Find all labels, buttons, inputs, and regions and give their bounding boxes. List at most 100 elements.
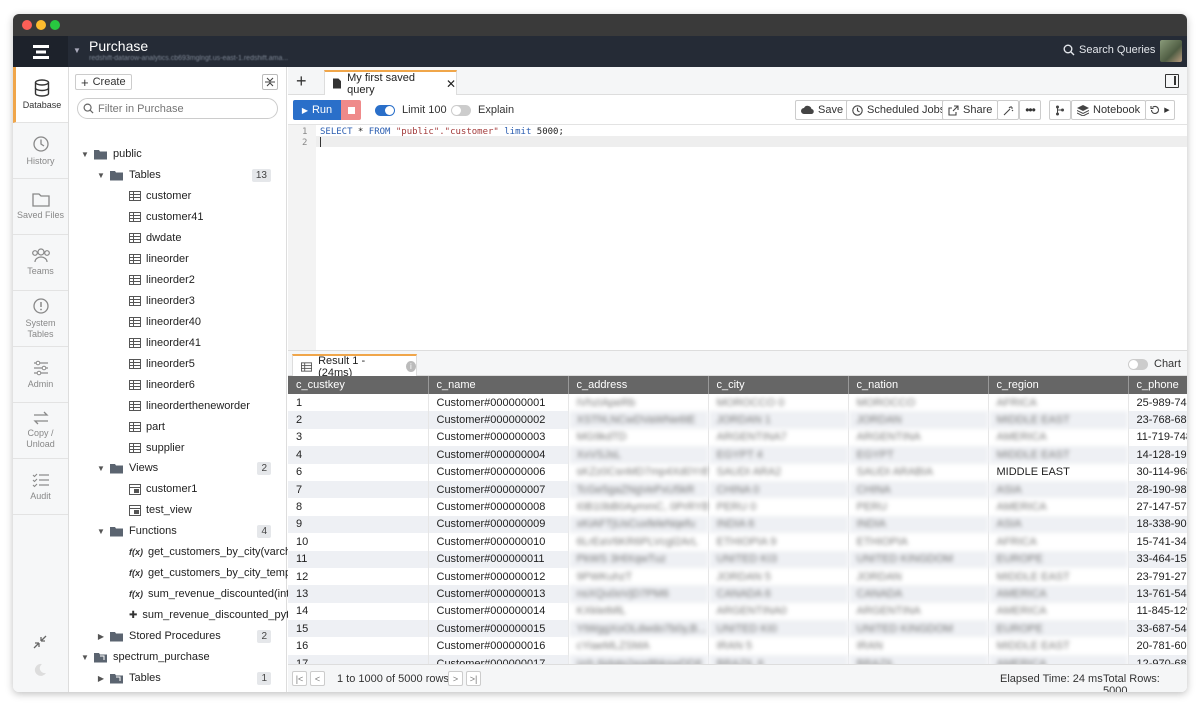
table-cell[interactable]: ASIA (988, 515, 1129, 534)
cluster-title[interactable]: Purchase (89, 38, 148, 54)
table-cell[interactable]: I0B10bB0AymmC, 0PrRYBC (568, 498, 709, 516)
table-cell[interactable]: Customer#000000008 (428, 498, 569, 516)
nav-system-tables[interactable]: System Tables (13, 291, 68, 347)
table-cell[interactable]: 11-845-129 (1128, 602, 1187, 621)
result-grid[interactable]: c_custkey c_name c_address c_city c_nation c_… (288, 376, 1187, 664)
table-cell[interactable]: 8 (288, 498, 429, 516)
tree-table-item[interactable]: lineorder41 (129, 334, 201, 352)
app-logo[interactable] (13, 36, 68, 67)
table-cell[interactable]: 9PWKuhzT (568, 567, 709, 586)
table-cell[interactable]: CANADA (848, 585, 989, 603)
table-cell[interactable]: 2 (288, 411, 429, 429)
table-cell[interactable]: Customer#000000017 (428, 654, 569, 664)
table-cell[interactable]: 12 (288, 567, 429, 586)
tree-table-item[interactable]: part (129, 418, 165, 436)
close-tab-icon[interactable]: ✕ (446, 77, 456, 91)
table-cell[interactable]: 13 (288, 585, 429, 603)
table-cell[interactable]: ETHIOPIA 9 (708, 533, 849, 551)
table-row[interactable]: 3 Customer#000000003 MG9kdTD ARGENTINA7 ARGE… (288, 428, 1187, 447)
schema-spectrum[interactable]: ▼ spectrum_purchase (81, 648, 210, 666)
next-page-button[interactable]: > (448, 671, 463, 686)
minimize-window-button[interactable] (36, 20, 46, 30)
filter-field[interactable] (77, 98, 278, 119)
table-cell[interactable]: 15-741-346 (1128, 533, 1187, 551)
table-cell[interactable]: JORDAN 5 (708, 567, 849, 586)
table-cell[interactable]: JORDAN (848, 411, 989, 429)
tree-function-item[interactable]: f(x) get_customers_by_city(varch... (129, 543, 300, 561)
tables-group[interactable]: ▼ Tables 13 (97, 166, 277, 184)
sql-editor[interactable]: 1 2 SELECT * FROM "public"."customer" li… (288, 125, 1187, 350)
table-cell[interactable]: MIDDLE EAST (988, 446, 1129, 464)
table-cell[interactable]: sKZz0CsnMD7mp4Xd0YrBvx (568, 463, 709, 481)
table-cell[interactable]: AFRICA (988, 533, 1129, 551)
table-cell[interactable]: 9 (288, 515, 429, 534)
nav-saved-files[interactable]: Saved Files (13, 179, 68, 235)
nav-teams[interactable]: Teams (13, 235, 68, 291)
toggle-panel-icon[interactable] (1165, 74, 1179, 88)
chevron-down-icon[interactable]: ▼ (97, 464, 105, 473)
table-row[interactable]: 2 Customer#000000002 XSTf4,NCwDVaWNe6tE JOR… (288, 411, 1187, 429)
tree-table-item[interactable]: dwdate (129, 229, 181, 247)
table-cell[interactable]: SAUDI ARA2 (708, 463, 849, 481)
table-row[interactable]: 14 Customer#000000014 KXkletMlL ARGENTINA0 A… (288, 602, 1187, 621)
tree-function-item[interactable]: f(x) get_customers_by_city_temp_... (129, 564, 306, 582)
table-row[interactable]: 12 Customer#000000012 9PWKuhzT JORDAN 5 JORD… (288, 567, 1187, 586)
format-button[interactable] (997, 100, 1019, 120)
more-options-button[interactable]: ••• (1019, 100, 1041, 120)
collapse-arrows-icon[interactable] (33, 635, 47, 652)
schema2-tables-group[interactable]: ▶ Tables 1 (97, 669, 277, 687)
sql-line-1[interactable]: SELECT * FROM "public"."customer" limit … (320, 127, 564, 137)
table-cell[interactable]: Customer#000000014 (428, 602, 569, 621)
table-cell[interactable]: 23-791-276 (1128, 567, 1187, 586)
table-row[interactable]: 17 Customer#000000017 izrh 6jdqtp2eqdtbksw… (288, 654, 1187, 664)
table-cell[interactable]: AMERICA (988, 654, 1129, 664)
table-row[interactable]: 10 Customer#000000010 6LrEaV6KR6PLVcgl2ArL… (288, 533, 1187, 551)
table-cell[interactable]: ARGENTINA (848, 602, 989, 621)
table-cell[interactable]: MOROCCO 0 (708, 394, 849, 412)
table-cell[interactable]: 1 (288, 394, 429, 412)
table-cell[interactable]: INDIA 6 (708, 515, 849, 534)
table-cell[interactable]: Customer#000000015 (428, 620, 569, 638)
scheduled-jobs-button[interactable]: Scheduled Jobs (846, 100, 952, 120)
table-cell[interactable]: MIDDLE EAST (988, 637, 1129, 655)
table-cell[interactable]: INDIA (848, 515, 989, 534)
column-header[interactable]: c_custkey (288, 376, 429, 394)
table-cell[interactable]: 28-190-982 (1128, 480, 1187, 499)
table-cell[interactable]: Customer#000000011 (428, 550, 569, 568)
table-cell[interactable]: Customer#000000012 (428, 567, 569, 586)
column-header[interactable]: c_phone (1128, 376, 1187, 394)
table-cell[interactable]: MOROCCO (848, 394, 989, 412)
table-cell[interactable]: 6 (288, 463, 429, 481)
column-header[interactable]: c_nation (848, 376, 989, 394)
table-row[interactable]: 1 Customer#000000001 IVhzIApeRb MOROCCO 0 MO… (288, 394, 1187, 412)
table-cell[interactable]: SAUDI ARABIA (848, 463, 989, 481)
table-cell[interactable]: 4 (288, 446, 429, 464)
chevron-down-icon[interactable]: ▼ (97, 171, 105, 180)
table-cell[interactable]: AMERICA (988, 428, 1129, 447)
nav-history[interactable]: History (13, 123, 68, 179)
table-cell[interactable]: 13-761-547 (1128, 585, 1187, 603)
table-row[interactable]: 13 Customer#000000013 nsXQu0oVjD7PM6 CANADA… (288, 585, 1187, 603)
column-header[interactable]: c_city (708, 376, 849, 394)
views-group[interactable]: ▼ Views 2 (97, 459, 277, 477)
table-cell[interactable]: 23-768-687 (1128, 411, 1187, 429)
chart-toggle[interactable] (1128, 359, 1148, 370)
table-cell[interactable]: PERU (848, 498, 989, 516)
column-header[interactable]: c_name (428, 376, 569, 394)
notebook-button[interactable]: Notebook (1071, 100, 1147, 120)
share-button[interactable]: Share (942, 100, 999, 120)
table-cell[interactable]: UNITED KI0 (708, 620, 849, 638)
table-cell[interactable]: UNITED KINGDOM (848, 620, 989, 638)
table-cell[interactable]: BRAZIL 6 (708, 654, 849, 664)
table-cell[interactable]: Customer#000000010 (428, 533, 569, 551)
tree-table-item[interactable]: customer (129, 187, 191, 205)
table-cell[interactable]: PERU 0 (708, 498, 849, 516)
chevron-right-icon[interactable]: ▶ (97, 674, 105, 683)
table-cell[interactable]: 12-970-682 (1128, 654, 1187, 664)
table-cell[interactable]: UNITED KINGDOM (848, 550, 989, 568)
table-cell[interactable]: YtWggXoOLdwdo7b0y,B... (568, 620, 709, 638)
nav-admin[interactable]: Admin (13, 347, 68, 403)
table-cell[interactable]: IRAN (848, 637, 989, 655)
table-row[interactable]: 4 Customer#000000004 XxVSJsL EGYPT 4 EGYPT MI… (288, 446, 1187, 464)
first-page-button[interactable]: |< (292, 671, 307, 686)
